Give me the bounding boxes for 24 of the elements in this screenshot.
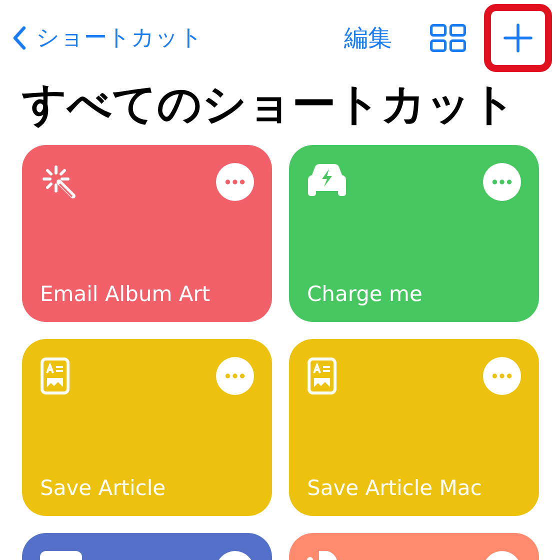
shortcut-card[interactable]: Charge me <box>289 145 539 322</box>
car-charging-icon <box>307 163 347 197</box>
more-button[interactable] <box>483 163 521 201</box>
shortcut-name: Save Article <box>40 476 167 500</box>
more-button[interactable] <box>216 163 254 201</box>
more-icon <box>492 373 512 379</box>
add-icon[interactable] <box>503 22 533 52</box>
shortcut-name: Save Article Mac <box>307 476 483 500</box>
page-title: すべてのショートカット <box>22 79 517 131</box>
article-icon <box>307 357 337 395</box>
shortcut-card[interactable]: Email Album Art <box>22 145 272 322</box>
shortcut-name: Email Album Art <box>40 282 212 306</box>
pie-icon <box>307 551 337 560</box>
back-link[interactable]: ショートカット <box>12 22 203 53</box>
grid-view-icon[interactable] <box>430 24 466 52</box>
shortcut-card[interactable]: Save Article <box>22 339 272 516</box>
shortcut-name: Charge me <box>307 282 424 306</box>
back-chevron-icon <box>12 26 26 50</box>
more-icon <box>225 373 245 379</box>
article-icon <box>40 357 70 395</box>
edit-button[interactable]: 編集 <box>344 22 392 54</box>
more-icon <box>225 179 245 185</box>
more-icon <box>492 179 512 185</box>
shortcut-card[interactable]: Save Article Mac <box>289 339 539 516</box>
